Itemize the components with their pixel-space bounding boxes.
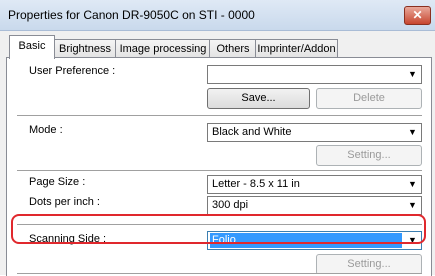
close-button[interactable]: ✕ <box>404 6 431 25</box>
page-size-combo[interactable]: Letter - 8.5 x 11 in ▼ <box>207 175 422 194</box>
page-size-label: Page Size : <box>29 176 86 188</box>
mode-setting-button[interactable]: Setting... <box>316 145 422 166</box>
close-icon: ✕ <box>412 8 423 22</box>
title-bar: Properties for Canon DR-9050C on STI - 0… <box>0 0 435 31</box>
delete-button[interactable]: Delete <box>316 88 422 109</box>
chevron-down-icon: ▼ <box>408 179 417 189</box>
page-size-value: Letter - 8.5 x 11 in <box>212 178 300 190</box>
tab-imprinter-addon[interactable]: Imprinter/Addon <box>255 39 338 58</box>
chevron-down-icon: ▼ <box>408 69 417 79</box>
dpi-value: 300 dpi <box>212 199 249 211</box>
scanning-side-setting-button[interactable]: Setting... <box>316 254 422 275</box>
tab-image-processing[interactable]: Image processing <box>115 39 211 58</box>
tab-brightness[interactable]: Brightness <box>53 39 117 58</box>
tab-others[interactable]: Others <box>209 39 257 58</box>
mode-label: Mode : <box>29 124 63 136</box>
divider <box>17 115 422 117</box>
dpi-combo[interactable]: 300 dpi ▼ <box>207 196 422 215</box>
mode-value: Black and White <box>212 126 292 138</box>
chevron-down-icon: ▼ <box>408 127 417 137</box>
window-title: Properties for Canon DR-9050C on STI - 0… <box>8 8 255 22</box>
mode-combo[interactable]: Black and White ▼ <box>207 123 422 142</box>
scanning-side-highlight <box>11 214 426 244</box>
user-preference-combo[interactable]: ▼ <box>207 65 422 84</box>
tab-basic[interactable]: Basic <box>9 35 55 59</box>
save-button[interactable]: Save... <box>207 88 310 109</box>
dpi-label: Dots per inch : <box>29 196 100 208</box>
chevron-down-icon: ▼ <box>408 200 417 210</box>
user-preference-label: User Preference : <box>29 65 116 77</box>
divider <box>17 170 422 172</box>
